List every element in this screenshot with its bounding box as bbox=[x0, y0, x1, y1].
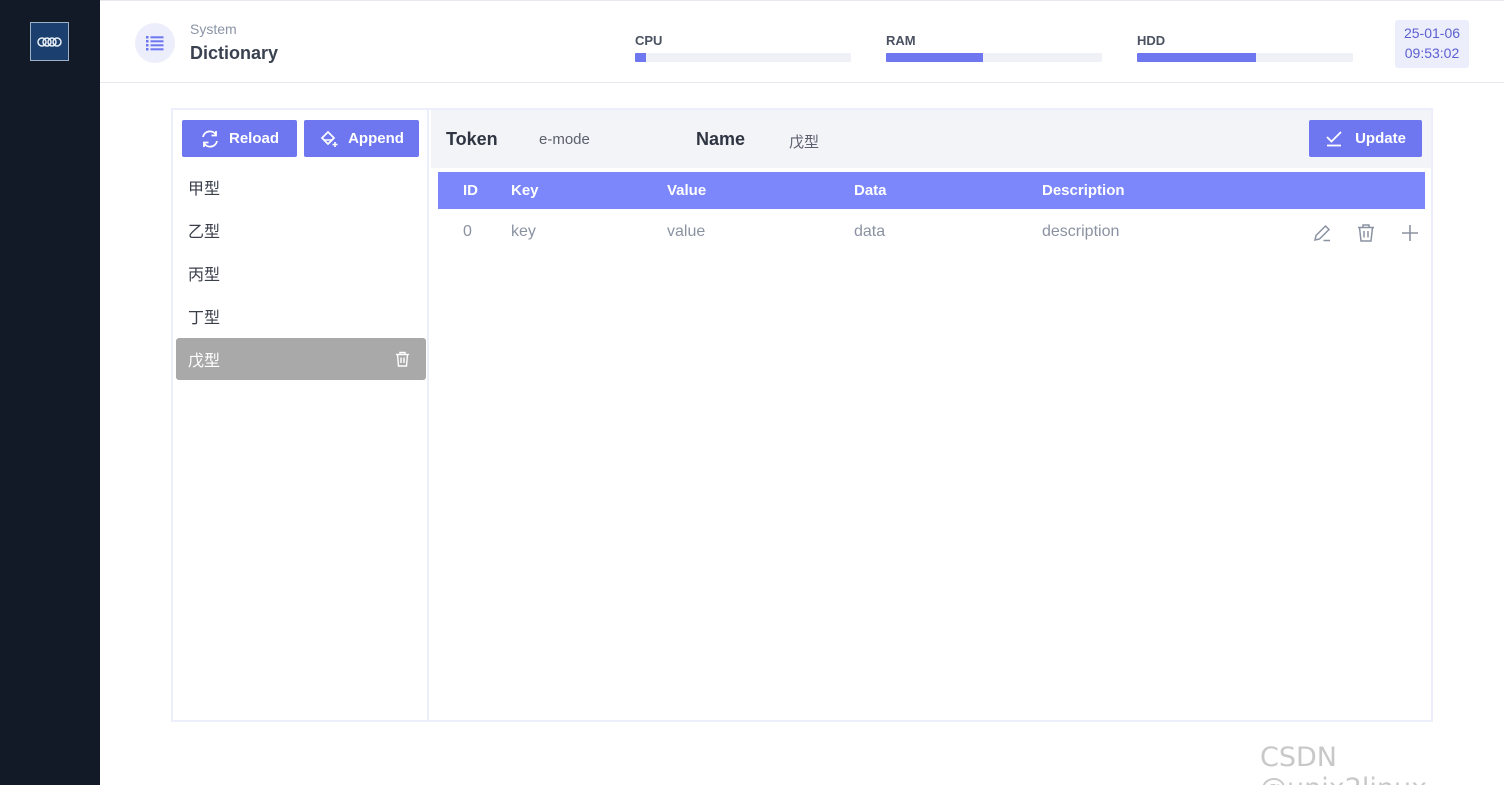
menu-list-icon[interactable] bbox=[135, 23, 175, 63]
clock-date: 25-01-06 bbox=[1403, 25, 1461, 41]
breadcrumb-section: System bbox=[190, 21, 237, 37]
list-item[interactable]: 丙型 bbox=[176, 252, 426, 294]
update-label: Update bbox=[1355, 130, 1406, 147]
add-row-icon[interactable] bbox=[1400, 223, 1420, 248]
reload-button[interactable]: Reload bbox=[182, 120, 297, 157]
ram-bar bbox=[886, 53, 984, 62]
hdd-bar bbox=[1137, 53, 1256, 62]
cpu-meter: CPU bbox=[635, 33, 851, 62]
name-value: 戊型 bbox=[789, 134, 820, 151]
delete-item-icon[interactable] bbox=[395, 351, 410, 372]
append-button[interactable]: Append bbox=[304, 120, 419, 157]
ram-label: RAM bbox=[886, 33, 916, 48]
clock: 25-01-06 09:53:02 bbox=[1395, 20, 1469, 68]
append-label: Append bbox=[348, 130, 404, 147]
table-header: ID Key Value Data Description bbox=[438, 172, 1425, 209]
cell-value: value bbox=[667, 223, 706, 240]
cell-data: data bbox=[854, 223, 886, 240]
column-id: ID bbox=[463, 182, 478, 199]
list-item-selected[interactable]: 戊型 bbox=[176, 338, 426, 380]
cell-id: 0 bbox=[463, 223, 472, 240]
column-key: Key bbox=[511, 182, 539, 199]
delete-row-icon[interactable] bbox=[1356, 223, 1376, 248]
reload-icon bbox=[202, 130, 218, 147]
column-data: Data bbox=[854, 182, 887, 199]
sidebar bbox=[0, 0, 100, 785]
token-value: e-mode bbox=[539, 131, 590, 148]
edit-row-icon[interactable] bbox=[1312, 223, 1332, 248]
list-item[interactable]: 甲型 bbox=[176, 166, 426, 208]
ram-meter: RAM bbox=[886, 33, 1102, 62]
watermark: CSDN @unix2linux bbox=[1260, 742, 1427, 785]
top-bar: System Dictionary CPU RAM HDD 25-01-06 0… bbox=[100, 0, 1504, 83]
list-item-label: 丙型 bbox=[188, 267, 221, 284]
name-label: Name bbox=[696, 129, 746, 149]
list-item-label: 甲型 bbox=[188, 181, 221, 198]
detail-header: Token e-mode Name 戊型 Update bbox=[431, 110, 1431, 168]
reload-label: Reload bbox=[228, 130, 279, 147]
list-item-label: 乙型 bbox=[188, 224, 221, 241]
token-label: Token bbox=[446, 129, 498, 149]
dictionary-panel: Reload Append 甲型 乙型 丙型 丁型 戊型 Token e-mod… bbox=[171, 108, 1433, 722]
cpu-label: CPU bbox=[635, 33, 663, 48]
list-item-label: 丁型 bbox=[188, 310, 221, 327]
hdd-meter: HDD bbox=[1137, 33, 1353, 62]
column-description: Description bbox=[1042, 182, 1125, 199]
hdd-label: HDD bbox=[1137, 33, 1166, 48]
list-item-label: 戊型 bbox=[188, 353, 221, 370]
page-title: Dictionary bbox=[190, 43, 279, 63]
app-logo-icon[interactable] bbox=[30, 22, 69, 61]
check-icon bbox=[1326, 130, 1342, 146]
update-button[interactable]: Update bbox=[1309, 120, 1422, 157]
table-row: 0 key value data description bbox=[438, 209, 1425, 255]
list-item[interactable]: 丁型 bbox=[176, 295, 426, 337]
clock-time: 09:53:02 bbox=[1404, 45, 1460, 61]
dictionary-list-pane: Reload Append 甲型 乙型 丙型 丁型 戊型 bbox=[173, 110, 429, 720]
cell-description: description bbox=[1042, 223, 1120, 240]
column-value: Value bbox=[667, 182, 707, 199]
paint-bucket-add-icon bbox=[320, 130, 338, 147]
list-item[interactable]: 乙型 bbox=[176, 209, 426, 251]
cell-key: key bbox=[511, 223, 536, 240]
cpu-bar bbox=[635, 53, 646, 62]
